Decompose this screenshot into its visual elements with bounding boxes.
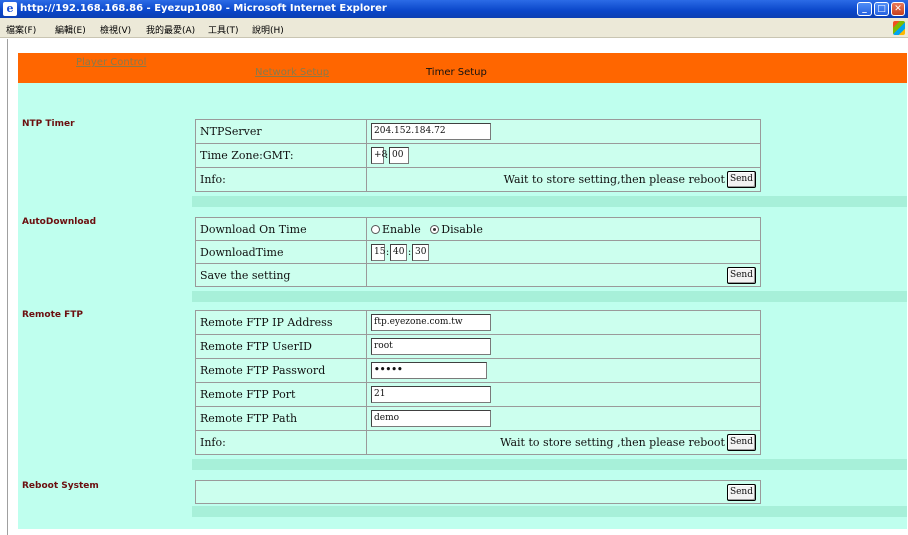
close-button[interactable]: ✕: [891, 2, 905, 16]
menu-favorites[interactable]: 我的最愛(A): [146, 23, 195, 36]
viewport-edge: [0, 39, 8, 535]
timezone-hours-input[interactable]: +8: [371, 147, 387, 164]
ftp-info-note: Wait to store setting ,then please reboo…: [500, 436, 725, 449]
page: Player Control Network Setup Timer Setup…: [10, 39, 908, 535]
download-minute-input[interactable]: 40: [390, 243, 407, 261]
menu-bar: 檔案(F) 編輯(E) 檢視(V) 我的最愛(A) 工具(T) 說明(H): [0, 18, 908, 38]
divider-band: [192, 291, 907, 302]
ie-icon: e: [3, 2, 17, 16]
section-remote-ftp: Remote FTP: [22, 310, 84, 320]
disable-radio[interactable]: [430, 224, 440, 234]
autodownload-send-button[interactable]: Send: [726, 266, 756, 284]
ftp-password-label: Remote FTP Password: [195, 358, 367, 383]
ftp-path-input[interactable]: demo: [371, 410, 491, 427]
window-title: http://192.168.168.86 - Eyezup1080 - Mic…: [20, 3, 387, 14]
ntp-send-button[interactable]: Send: [726, 171, 756, 188]
divider-band: [192, 196, 907, 207]
download-second-input[interactable]: 30: [412, 243, 429, 261]
ftp-password-input[interactable]: •••••: [371, 362, 487, 379]
windows-logo-icon: [893, 21, 905, 35]
settings-area: NTP Timer NTPServer 204.152.184.72 Time …: [18, 83, 907, 529]
remote-ftp-table: Remote FTP IP Address ftp.eyezone.com.tw…: [195, 310, 761, 455]
menu-tools[interactable]: 工具(T): [208, 23, 239, 36]
section-reboot-system: Reboot System: [22, 481, 99, 491]
enable-radio[interactable]: [371, 224, 380, 234]
enable-label: Enable: [382, 222, 421, 236]
nav-bar: Player Control Network Setup Timer Setup: [18, 53, 907, 83]
ntp-table: NTPServer 204.152.184.72 Time Zone:GMT: …: [195, 119, 761, 192]
menu-view[interactable]: 檢視(V): [100, 23, 131, 36]
ftp-userid-input[interactable]: root: [371, 338, 491, 355]
ftp-send-button[interactable]: Send: [726, 434, 756, 451]
timezone-label: Time Zone:GMT:: [195, 143, 367, 168]
reboot-send-button[interactable]: Send: [726, 483, 756, 501]
ftp-ip-label: Remote FTP IP Address: [195, 310, 367, 335]
download-hour-input[interactable]: 15: [371, 243, 385, 261]
ftp-port-input[interactable]: 21: [371, 386, 491, 403]
nav-player-control[interactable]: Player Control: [76, 57, 146, 68]
minimize-button[interactable]: _: [857, 2, 872, 16]
download-on-time-label: Download On Time: [195, 217, 367, 241]
ftp-port-label: Remote FTP Port: [195, 382, 367, 407]
ntp-info-note: Wait to store setting,then please reboot: [503, 173, 725, 186]
disable-label: Disable: [441, 222, 483, 236]
ntp-server-input[interactable]: 204.152.184.72: [371, 123, 491, 140]
maximize-button[interactable]: □: [874, 2, 889, 16]
section-ntp-timer: NTP Timer: [22, 119, 75, 129]
reboot-table: Send: [195, 480, 761, 504]
nav-timer-setup: Timer Setup: [426, 67, 487, 78]
ftp-ip-input[interactable]: ftp.eyezone.com.tw: [371, 314, 491, 331]
window-titlebar: e http://192.168.168.86 - Eyezup1080 - M…: [0, 0, 908, 18]
timezone-minutes-input[interactable]: 00: [389, 147, 409, 164]
menu-help[interactable]: 說明(H): [252, 23, 284, 36]
autodownload-table: Download On Time Enable Disable Download…: [195, 217, 761, 287]
divider-band: [192, 506, 907, 517]
nav-network-setup[interactable]: Network Setup: [255, 67, 329, 78]
save-setting-label: Save the setting: [195, 263, 367, 287]
menu-edit[interactable]: 編輯(E): [55, 23, 86, 36]
ftp-userid-label: Remote FTP UserID: [195, 334, 367, 359]
menu-file[interactable]: 檔案(F): [6, 23, 36, 36]
ntp-info-label: Info:: [195, 167, 367, 192]
section-autodownload: AutoDownload: [22, 217, 97, 227]
ntp-server-label: NTPServer: [195, 119, 367, 144]
ftp-info-label: Info:: [195, 430, 367, 455]
download-time-label: DownloadTime: [195, 240, 367, 264]
divider-band: [192, 459, 907, 470]
ftp-path-label: Remote FTP Path: [195, 406, 367, 431]
